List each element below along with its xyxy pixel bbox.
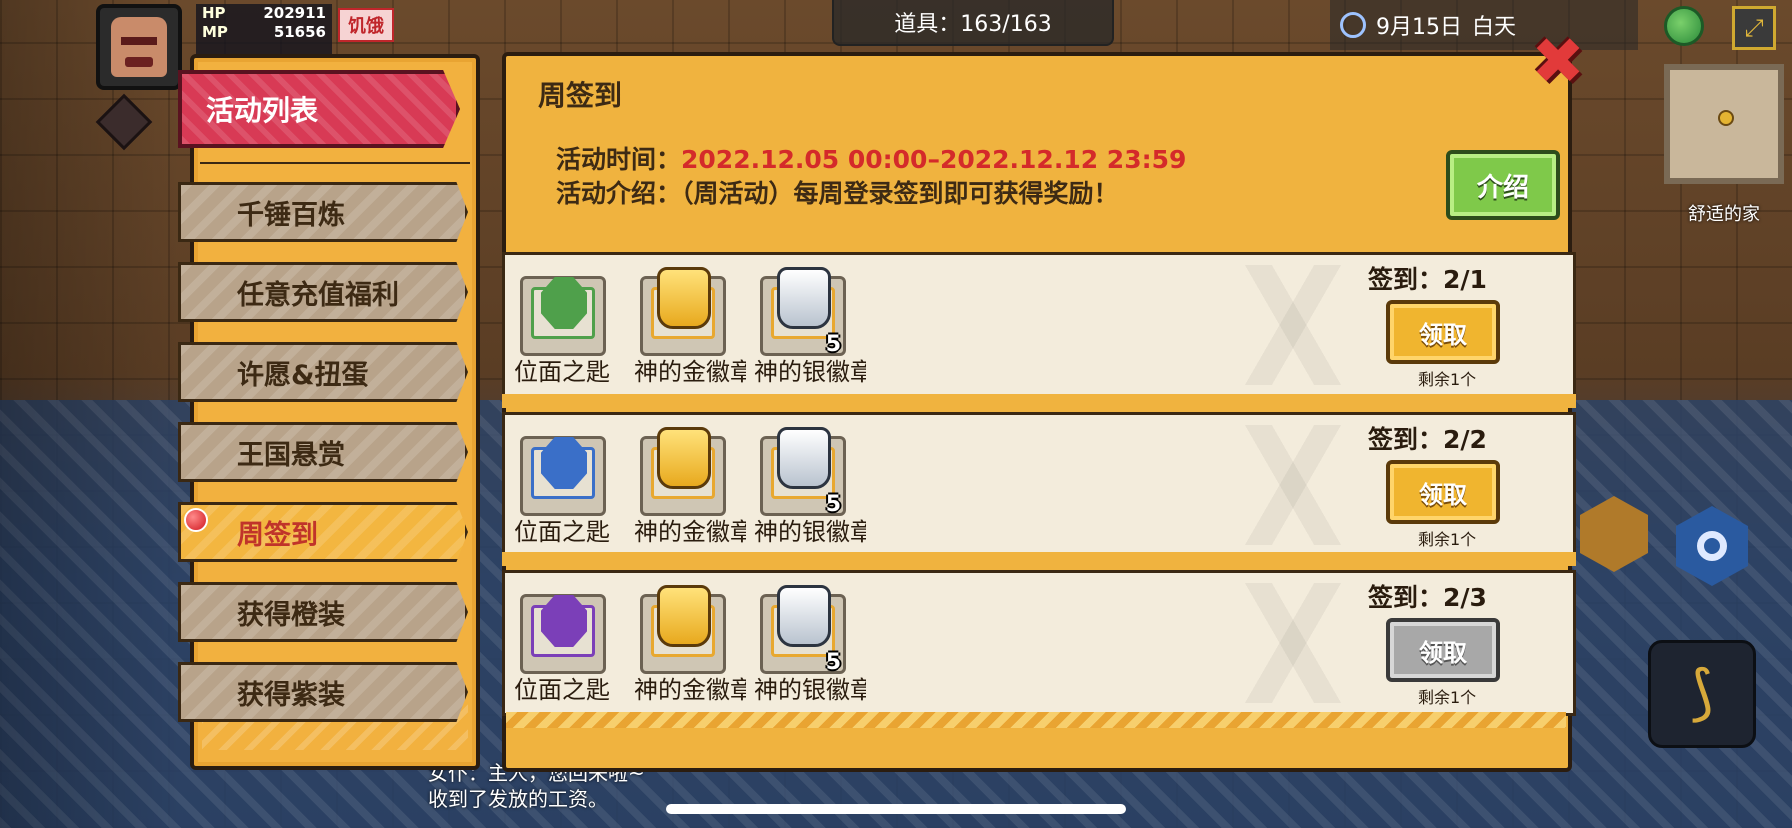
notification-dot-icon (184, 508, 208, 532)
gold-badge-icon (657, 267, 711, 329)
blue-plane-key-icon (541, 437, 587, 489)
silver-badge-icon (777, 427, 831, 489)
date-bar: 9月15日 白天 (1330, 0, 1638, 50)
purple-plane-key-icon (541, 595, 587, 647)
sun-icon (1340, 12, 1366, 38)
claim-button[interactable]: 领取 (1386, 618, 1500, 682)
reward-item-name: 位面之匙 (514, 358, 610, 386)
reward-slot[interactable] (520, 436, 606, 516)
background-shade (0, 0, 180, 828)
activity-time-label: 活动时间： (556, 145, 682, 174)
time-of-day: 白天 (1472, 15, 1517, 40)
mp-row: MP 51656 (196, 23, 332, 42)
items-counter: 道具：163/163 (832, 0, 1114, 46)
globe-icon[interactable] (1664, 6, 1704, 46)
reward-slot[interactable] (520, 276, 606, 356)
green-plane-key-icon (541, 277, 587, 329)
activity-intro-value: （周活动）每周登录签到即可获得奖励！ (681, 179, 1119, 208)
reward-item-name: 神的银徽章 (754, 358, 866, 386)
claim-button[interactable]: 领取 (1386, 300, 1500, 364)
claim-button[interactable]: 领取 (1386, 460, 1500, 524)
sidebar-item-purple-gear[interactable]: 获得紫装 (178, 662, 468, 722)
bow-attack-button[interactable]: ⟆ (1648, 640, 1756, 748)
player-stats: HP 202911 MP 51656 (196, 4, 332, 54)
close-icon[interactable]: ✖ (1528, 30, 1588, 94)
minimap[interactable] (1664, 64, 1784, 184)
date-text: 9月15日 (1376, 15, 1462, 40)
activity-time-line: 活动时间：2022.12.05 00:00–2022.12.12 23:59 (556, 140, 1186, 176)
sidebar-item-kingdom-bounty[interactable]: 王国悬赏 (178, 422, 468, 482)
sidebar-item-orange-gear[interactable]: 获得橙装 (178, 582, 468, 642)
row-separator (502, 552, 1576, 566)
signin-progress: 签到：2/1 (1368, 265, 1487, 294)
activity-time-value: 2022.12.05 00:00–2022.12.12 23:59 (681, 145, 1187, 174)
signin-progress: 签到：2/3 (1368, 583, 1487, 612)
hp-value: 202911 (263, 4, 326, 22)
sidebar-item-forging[interactable]: 千锤百炼 (178, 182, 468, 242)
reward-item-name: 神的银徽章 (754, 518, 866, 546)
panel-title: 周签到 (538, 79, 623, 112)
activity-intro-line: 活动介绍：（周活动）每周登录签到即可获得奖励！ (556, 174, 1119, 210)
reward-slot[interactable] (520, 594, 606, 674)
reward-slot[interactable]: 5 (760, 427, 846, 517)
home-indicator[interactable] (666, 804, 1126, 814)
signin-progress: 签到：2/2 (1368, 425, 1487, 454)
silver-badge-icon (777, 267, 831, 329)
mp-label: MP (202, 23, 228, 41)
status-badge: 饥饿 (338, 8, 394, 42)
row-separator (502, 394, 1576, 408)
player-avatar[interactable] (96, 4, 182, 90)
reward-item-name: 位面之匙 (514, 676, 610, 704)
gold-badge-icon (657, 427, 711, 489)
reward-item-name: 神的金徽章 (634, 358, 746, 386)
reward-slot[interactable] (640, 267, 726, 356)
reward-slot[interactable] (640, 585, 726, 674)
avatar-face-icon (111, 17, 167, 77)
sidebar-item-wish-gacha[interactable]: 许愿&扭蛋 (178, 342, 468, 402)
sidebar-item-recharge-bonus[interactable]: 任意充值福利 (178, 262, 468, 322)
sidebar-item-weekly-signin[interactable]: 周签到 (178, 502, 468, 562)
location-label: 舒适的家 (1688, 204, 1760, 225)
reward-item-name: 神的金徽章 (634, 676, 746, 704)
activity-intro-label: 活动介绍： (556, 179, 682, 208)
reward-item-name: 神的金徽章 (634, 518, 746, 546)
reward-item-name: 位面之匙 (514, 518, 610, 546)
gold-badge-icon (657, 585, 711, 647)
reward-item-name: 神的银徽章 (754, 676, 866, 704)
panel-bottom-border (506, 712, 1566, 728)
divider (200, 162, 470, 164)
activity-list-header: 活动列表 (178, 70, 460, 148)
reward-slot[interactable]: 5 (760, 267, 846, 357)
hp-label: HP (202, 4, 226, 22)
intro-button[interactable]: 介绍 (1446, 150, 1560, 220)
chat-line: 收到了发放的工资。 (428, 787, 608, 811)
reward-slot[interactable]: 5 (760, 585, 846, 675)
player-position-marker (1718, 110, 1734, 126)
reward-slot[interactable] (640, 427, 726, 516)
mp-value: 51656 (273, 23, 326, 41)
remaining-count: 剩余1个 (1418, 370, 1477, 389)
expand-icon[interactable]: ⤢ (1732, 6, 1776, 50)
remaining-count: 剩余1个 (1418, 688, 1477, 707)
silver-badge-icon (777, 585, 831, 647)
remaining-count: 剩余1个 (1418, 530, 1477, 549)
hp-row: HP 202911 (196, 4, 332, 23)
